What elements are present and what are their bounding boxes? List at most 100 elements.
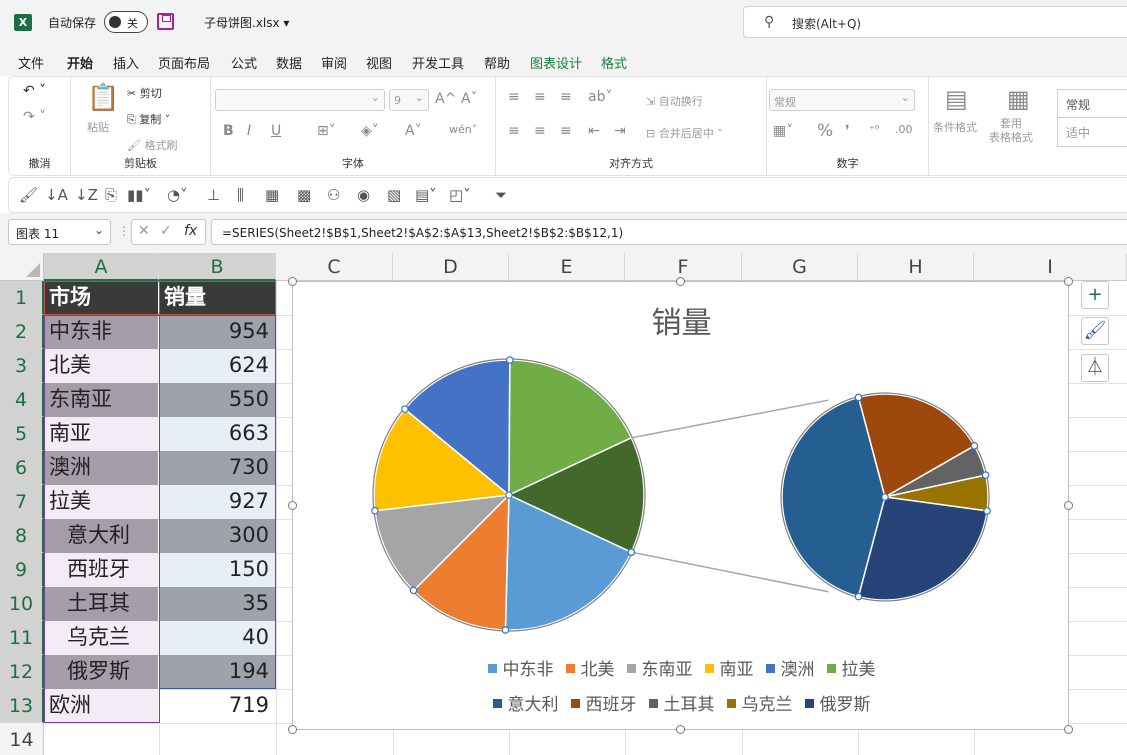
shapes-icon[interactable]: ◰˅ (449, 186, 471, 204)
resize-handle[interactable] (288, 725, 297, 734)
resize-handle[interactable] (288, 501, 297, 510)
lookup-icon[interactable]: ▩ (297, 186, 311, 204)
column-header-e[interactable]: E (509, 253, 625, 281)
legend-item[interactable]: 俄罗斯 (804, 690, 871, 715)
align-left-icon[interactable]: ≡ (508, 123, 520, 139)
redo-icon[interactable]: ↷ ˅ (23, 109, 46, 125)
chart-legend-row-2[interactable]: 意大利 西班牙 土耳其 乌克兰 俄罗斯 (293, 690, 1070, 715)
file-name[interactable]: 子母饼图.xlsx ▾ (204, 14, 289, 31)
align-top-icon[interactable]: ≡ (508, 89, 520, 105)
cell-a11[interactable]: 乌克兰 (45, 621, 158, 655)
legend-item[interactable]: 乌克兰 (726, 690, 793, 715)
tab-chart-design[interactable]: 图表设计 (530, 53, 582, 72)
row-header-7[interactable]: 7 (0, 485, 44, 519)
bar-chart-icon[interactable]: ▮▮˅ (127, 186, 151, 204)
cell-b11[interactable]: 40 (160, 621, 275, 655)
legend-item[interactable]: 南亚 (704, 655, 754, 680)
row-header-6[interactable]: 6 (0, 451, 44, 485)
cut-button[interactable]: ✂ 剪切 (127, 85, 162, 101)
undo-icon[interactable]: ↶ ˅ (23, 83, 46, 99)
row-header-9[interactable]: 9 (0, 553, 44, 587)
increase-decimal-icon[interactable]: ⁺⁰ (869, 123, 879, 136)
style-normal[interactable]: 常规 (1058, 90, 1127, 118)
cell-a5[interactable]: 南亚 (45, 417, 158, 451)
cell-b3[interactable]: 624 (160, 349, 275, 383)
cell-a1[interactable]: 市场 (45, 281, 158, 315)
cell-a3[interactable]: 北美 (45, 349, 158, 383)
conditional-format-icon[interactable]: ▤ (945, 85, 968, 113)
font-color-icon[interactable]: A˅ (405, 123, 422, 139)
tab-format[interactable]: 格式 (601, 53, 627, 72)
italic-icon[interactable]: I (247, 123, 251, 139)
format-painter-button[interactable]: 🖌 格式刷 (127, 137, 177, 153)
bold-icon[interactable]: B (223, 123, 234, 139)
number-format-select[interactable]: 常规 (769, 89, 915, 111)
cell-b8[interactable]: 300 (160, 519, 275, 553)
underline-icon[interactable]: U (271, 123, 281, 139)
circle-icon[interactable]: ◉ (357, 186, 370, 204)
confirm-icon[interactable]: ✓ (160, 223, 172, 239)
tab-formulas[interactable]: 公式 (231, 53, 257, 72)
merge-center-button[interactable]: ⊟ 合并后居中 ˅ (646, 125, 723, 141)
chart-filters-filter-icon[interactable]: ⏃ (1081, 354, 1109, 382)
border-icon[interactable]: ⊞˅ (317, 123, 336, 139)
row-header-4[interactable]: 4 (0, 383, 44, 417)
currency-icon[interactable]: ▦˅ (773, 123, 793, 139)
cell-b9[interactable]: 150 (160, 553, 275, 587)
row-header-11[interactable]: 11 (0, 621, 44, 655)
tab-view[interactable]: 视图 (366, 53, 392, 72)
cell-a7[interactable]: 拉美 (45, 485, 158, 519)
format-painter-icon[interactable]: 🖌 (19, 186, 38, 204)
customize-icon[interactable]: ⏷ (495, 186, 507, 204)
cell-b7[interactable]: 927 (160, 485, 275, 519)
legend-item[interactable]: 西班牙 (570, 690, 637, 715)
tab-file[interactable]: 文件 (18, 53, 44, 72)
resize-handle[interactable] (288, 277, 297, 286)
column-header-b[interactable]: B (159, 253, 276, 281)
legend-item[interactable]: 意大利 (492, 690, 559, 715)
column-header-a[interactable]: A (44, 253, 159, 281)
column-header-g[interactable]: G (742, 253, 858, 281)
font-size-select[interactable]: 9 (389, 89, 429, 111)
row-header-1[interactable]: 1 (0, 281, 44, 315)
wrap-text-button[interactable]: ⇲ 自动换行 (646, 93, 703, 109)
tab-review[interactable]: 审阅 (321, 53, 347, 72)
sort-desc-icon[interactable]: ↓Z (75, 186, 98, 204)
cell-a12[interactable]: 俄罗斯 (45, 655, 158, 689)
cell-b4[interactable]: 550 (160, 383, 275, 417)
row-header-2[interactable]: 2 (0, 315, 44, 349)
cell-a10[interactable]: 土耳其 (45, 587, 158, 621)
autosave-toggle[interactable]: 关 (104, 11, 148, 33)
align-bottom-icon[interactable]: ≡ (560, 89, 572, 105)
pie-chart-icon[interactable]: ◔˅ (167, 186, 188, 204)
paste-icon[interactable]: 📋 (87, 83, 119, 113)
font-shrink-icon[interactable]: Aˇ (461, 91, 478, 107)
cell-b13[interactable]: 719 (160, 689, 275, 723)
cell-b10[interactable]: 35 (160, 587, 275, 621)
cell-b6[interactable]: 730 (160, 451, 275, 485)
chart-legend-row-1[interactable]: 中东非 北美 东南亚 南亚 澳洲 拉美 (293, 655, 1070, 680)
select-all-corner[interactable] (0, 253, 44, 281)
formula-input[interactable]: =SERIES(Sheet2!$B$1,Sheet2!$A$2:$A$13,Sh… (211, 219, 1127, 245)
table-format-label[interactable]: 套用 表格格式 (989, 117, 1033, 145)
cancel-icon[interactable]: ✕ (138, 223, 150, 239)
grid-icon[interactable]: ▧ (387, 186, 401, 204)
tab-help[interactable]: 帮助 (484, 53, 510, 72)
tab-home[interactable]: 开始 (67, 53, 94, 79)
cell-b5[interactable]: 663 (160, 417, 275, 451)
resize-handle[interactable] (676, 725, 685, 734)
style-neutral[interactable]: 适中 (1058, 118, 1127, 146)
percent-icon[interactable]: % (817, 121, 833, 141)
table-format-icon[interactable]: ▦ (1007, 85, 1030, 113)
comma-icon[interactable]: ❜ (845, 123, 850, 139)
resize-handle[interactable] (1064, 501, 1073, 510)
row-header-8[interactable]: 8 (0, 519, 44, 553)
legend-item[interactable]: 拉美 (826, 655, 876, 680)
distribute-icon[interactable]: ⫼ (237, 186, 244, 204)
column-header-i[interactable]: I (974, 253, 1127, 281)
search-box[interactable]: ⚲ 搜索(Alt+Q) (743, 6, 1127, 38)
cell-b1[interactable]: 销量 (160, 281, 275, 315)
orientation-icon[interactable]: ab˅ (588, 89, 612, 105)
row-header-5[interactable]: 5 (0, 417, 44, 451)
legend-item[interactable]: 中东非 (487, 655, 554, 680)
